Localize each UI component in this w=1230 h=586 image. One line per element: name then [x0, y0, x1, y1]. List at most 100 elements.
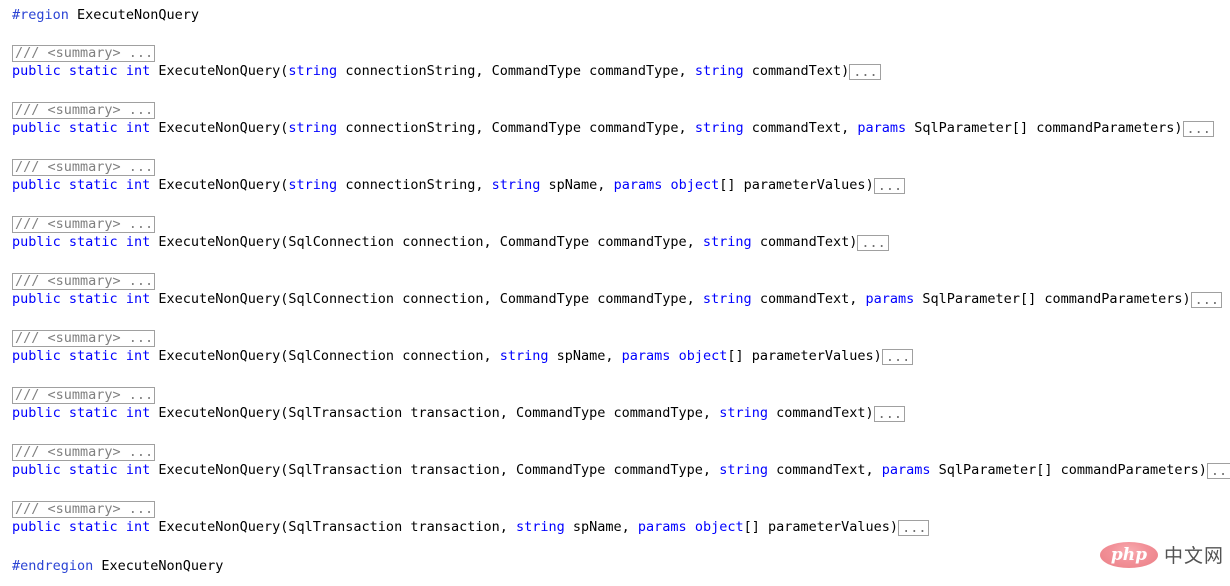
collapsed-summary-text[interactable]: /// <summary> ...: [12, 45, 156, 62]
collapsed-summary-text[interactable]: /// <summary> ...: [12, 387, 156, 404]
keyword-token: string: [499, 348, 549, 364]
collapsed-summary-text[interactable]: /// <summary> ...: [12, 102, 156, 119]
code-token: ExecuteNonQuery(SqlTransaction transacti…: [150, 405, 720, 421]
code-token: commandText): [751, 234, 858, 250]
watermark: php 中文网: [1099, 541, 1224, 568]
collapsed-summary-text[interactable]: /// <summary> ...: [12, 501, 156, 518]
code-token: SqlParameter[] commandParameters): [914, 291, 1191, 307]
code-editor-pane[interactable]: #region ExecuteNonQuery /// <summary> ..…: [0, 0, 1230, 586]
code-token: SqlParameter[] commandParameters): [906, 120, 1183, 136]
code-token: ExecuteNonQuery(SqlConnection connection…: [150, 348, 500, 364]
collapsed-summary-text[interactable]: /// <summary> ...: [12, 216, 156, 233]
keyword-token: params: [865, 291, 915, 307]
keyword-token: public: [12, 405, 61, 421]
keyword-token: string: [491, 177, 541, 193]
collapsed-body-box[interactable]: ...: [857, 235, 889, 251]
collapsed-body-box[interactable]: ...: [881, 349, 914, 365]
code-token: commandText,: [751, 291, 866, 307]
keyword-token: static: [68, 348, 118, 364]
method-signature-line[interactable]: public static int ExecuteNonQuery(SqlTra…: [12, 405, 906, 422]
collapsed-summary-text[interactable]: /// <summary> ...: [12, 330, 156, 347]
collapsed-body-box[interactable]: ...: [849, 64, 881, 80]
collapsed-body-box[interactable]: ...: [1206, 463, 1230, 479]
code-token: ExecuteNonQuery(: [150, 120, 289, 136]
keyword-token: string: [288, 63, 338, 79]
collapsed-summary-box[interactable]: /// <summary> ...: [12, 387, 156, 404]
collapsed-summary-box[interactable]: /// <summary> ...: [12, 501, 156, 518]
keyword-token: object: [678, 348, 728, 364]
collapsed-summary-box[interactable]: /// <summary> ...: [12, 444, 156, 461]
keyword-token: static: [68, 234, 118, 250]
keyword-token: params: [637, 519, 687, 535]
code-token: spName,: [540, 177, 614, 193]
method-signature-line[interactable]: public static int ExecuteNonQuery(SqlCon…: [12, 291, 1223, 308]
keyword-token: int: [125, 234, 151, 250]
collapsed-summary-text[interactable]: /// <summary> ...: [12, 273, 156, 290]
code-token: commandText,: [743, 120, 858, 136]
collapsed-summary-box[interactable]: /// <summary> ...: [12, 273, 156, 290]
method-signature-line[interactable]: public static int ExecuteNonQuery( string…: [12, 177, 906, 194]
code-token: ExecuteNonQuery(: [150, 177, 289, 193]
keyword-token: string: [694, 63, 744, 79]
collapsed-summary-box[interactable]: /// <summary> ...: [12, 159, 156, 176]
region-keyword: #region: [12, 7, 69, 23]
keyword-token: static: [68, 177, 118, 193]
collapsed-body-box[interactable]: ...: [873, 406, 906, 422]
code-token: connectionString,: [337, 177, 492, 193]
keyword-token: public: [12, 120, 61, 136]
code-token: [] parameterValues): [719, 177, 874, 193]
keyword-token: public: [12, 348, 61, 364]
keyword-token: object: [670, 177, 720, 193]
code-token: ExecuteNonQuery(: [150, 63, 289, 79]
keyword-token: int: [125, 120, 151, 136]
keyword-token: public: [12, 462, 61, 478]
endregion-name: ExecuteNonQuery: [101, 558, 224, 574]
endregion-keyword: #endregion: [12, 558, 94, 574]
collapsed-body-box[interactable]: ...: [873, 178, 906, 194]
code-token: spName,: [564, 519, 638, 535]
keyword-token: static: [68, 462, 118, 478]
method-signature-line[interactable]: public static int ExecuteNonQuery(string…: [12, 120, 1214, 137]
method-signature-line[interactable]: public static int ExecuteNonQuery(SqlCon…: [12, 234, 889, 251]
method-signature-line[interactable]: public static int ExecuteNonQuery(SqlTra…: [12, 462, 1230, 479]
keyword-token: int: [125, 348, 151, 364]
keyword-token: int: [125, 177, 151, 193]
keyword-token: int: [125, 291, 151, 307]
code-token: connectionString, CommandType commandTyp…: [337, 120, 695, 136]
method-signature-line[interactable]: public static int ExecuteNonQuery(string…: [12, 63, 881, 80]
collapsed-summary-box[interactable]: /// <summary> ...: [12, 45, 156, 62]
collapsed-summary-text[interactable]: /// <summary> ...: [12, 159, 156, 176]
collapsed-summary-box[interactable]: /// <summary> ...: [12, 102, 156, 119]
endregion-directive-line: #endregion ExecuteNonQuery: [12, 558, 223, 575]
keyword-token: public: [12, 177, 61, 193]
code-token: ExecuteNonQuery(SqlTransaction transacti…: [150, 519, 516, 535]
collapsed-summary-box[interactable]: /// <summary> ...: [12, 330, 156, 347]
collapsed-body-box[interactable]: ...: [1182, 121, 1214, 137]
code-token: commandText): [743, 63, 850, 79]
method-signature-line[interactable]: public static int ExecuteNonQuery(SqlTra…: [12, 519, 930, 536]
keyword-token: int: [125, 63, 151, 79]
keyword-token: int: [125, 462, 151, 478]
collapsed-summary-text[interactable]: /// <summary> ...: [12, 444, 156, 461]
keyword-token: public: [12, 234, 61, 250]
keyword-token: static: [68, 519, 118, 535]
collapsed-body-box[interactable]: ...: [1190, 292, 1223, 308]
method-signature-line[interactable]: public static int ExecuteNonQuery(SqlCon…: [12, 348, 914, 365]
code-token: spName,: [548, 348, 622, 364]
collapsed-summary-box[interactable]: /// <summary> ...: [12, 216, 156, 233]
collapsed-body-box[interactable]: ...: [898, 520, 930, 536]
keyword-token: static: [68, 63, 118, 79]
